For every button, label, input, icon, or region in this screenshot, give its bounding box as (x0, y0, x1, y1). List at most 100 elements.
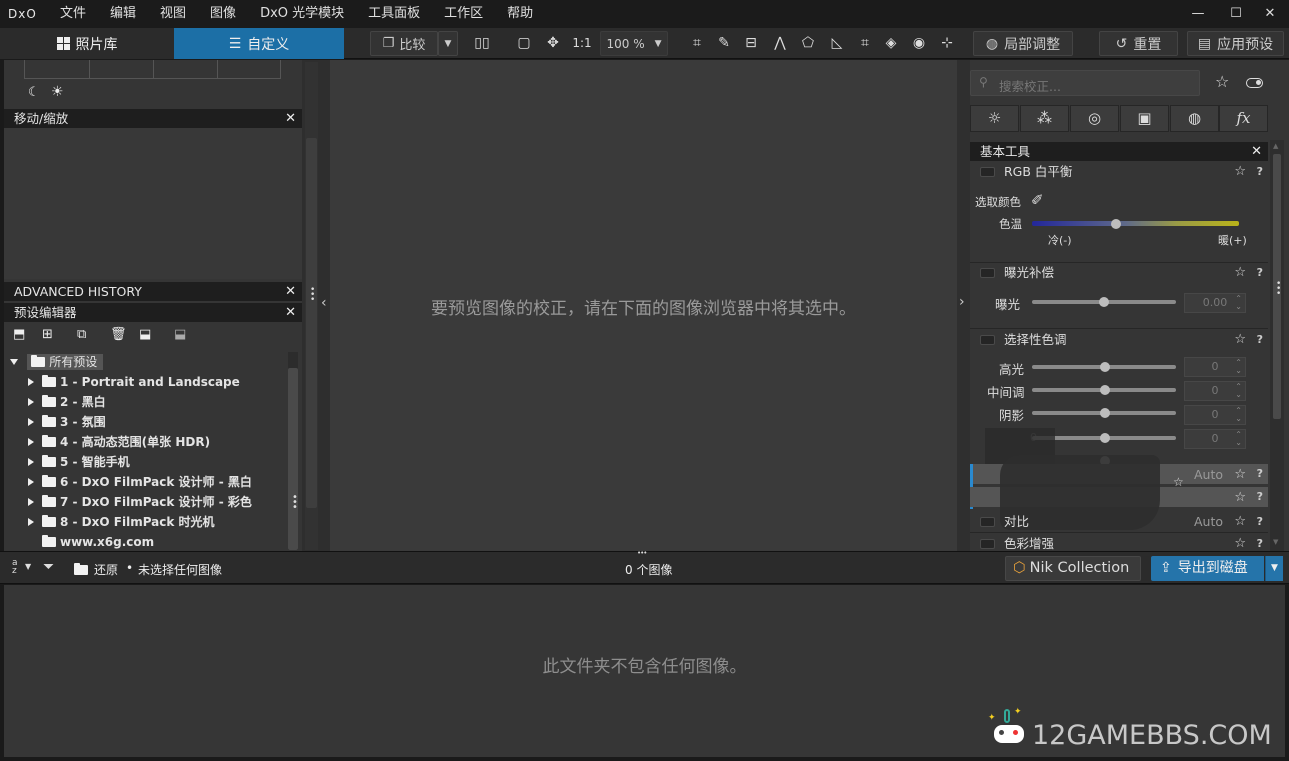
shadows-knob[interactable] (1100, 408, 1110, 418)
compare-button[interactable]: ❐ 比较 (370, 31, 438, 56)
help-icon[interactable]: ? (1257, 490, 1263, 503)
star-icon[interactable]: ☆ (1234, 263, 1246, 283)
midtones-knob[interactable] (1100, 385, 1110, 395)
fit-icon[interactable]: ▢ (513, 33, 535, 54)
color-boost-toggle[interactable] (980, 539, 995, 549)
exposure-value[interactable]: 0.00 ⌃ ⌄ (1184, 293, 1246, 313)
new-preset-icon[interactable]: ⬒ (13, 327, 25, 342)
tab-detail-icon[interactable]: ◎ (1070, 105, 1119, 132)
more-icon[interactable]: • • • (1276, 280, 1281, 299)
eyedropper-icon[interactable]: ✐ (1031, 191, 1044, 209)
search-input[interactable]: ⚲ 搜索校正... (970, 70, 1200, 96)
tree-root[interactable]: 所有预设 (10, 352, 104, 372)
anamorphosis-icon[interactable]: ◺ (826, 33, 848, 54)
sort-dropdown-icon[interactable]: ▼ (25, 562, 31, 571)
move-icon[interactable]: ✥ (542, 33, 564, 54)
exposure-slider-knob[interactable] (1099, 297, 1109, 307)
menu-workspace[interactable]: 工作区 (432, 0, 495, 28)
sort-icon[interactable]: a z (12, 559, 24, 576)
preset-scrollbar[interactable] (288, 352, 298, 550)
star-icon[interactable]: ☆ (1234, 330, 1246, 350)
midtones-value[interactable]: 0 ⌃ ⌄ (1184, 381, 1246, 401)
exposure-toggle[interactable] (980, 268, 995, 278)
help-icon[interactable]: ? (1257, 330, 1263, 350)
tree-item[interactable]: 8 - DxO FilmPack 时光机 (28, 512, 215, 532)
export-preset-icon[interactable]: ⬓ (174, 327, 186, 342)
delete-icon[interactable]: 🗑 (110, 327, 127, 342)
tab-color-icon[interactable]: ⁂ (1020, 105, 1069, 132)
tab-local-icon[interactable]: ◍ (1170, 105, 1219, 132)
contrast-section-header[interactable]: 对比 Auto ☆? (970, 512, 1268, 532)
collapse-right-icon[interactable]: › (959, 294, 965, 310)
close-icon[interactable]: ✕ (1251, 142, 1262, 161)
tree-item[interactable]: 7 - DxO FilmPack 设计师 - 彩色 (28, 492, 252, 512)
wb-toggle[interactable] (980, 167, 995, 177)
star-icon[interactable]: ☆ (1234, 490, 1246, 505)
temp-slider-knob[interactable] (1111, 219, 1121, 229)
moon-icon[interactable]: ☾ (28, 85, 40, 100)
horizon-line-icon[interactable]: ⊹ (936, 33, 958, 54)
filter-icon[interactable]: ⏷ (43, 559, 54, 575)
volume-deformation-icon[interactable]: ⬠ (797, 33, 819, 54)
right-splitter[interactable]: › (957, 60, 970, 551)
nik-collection-button[interactable]: ⬡ Nik Collection (1005, 556, 1141, 581)
highlights-value[interactable]: 0 ⌃ ⌄ (1184, 357, 1246, 377)
menu-edit[interactable]: 编辑 (98, 0, 148, 28)
horizon-icon[interactable]: ⊟ (740, 33, 762, 54)
menu-view[interactable]: 视图 (148, 0, 198, 28)
eye-icon[interactable]: ◉ (908, 33, 930, 54)
collapse-left-icon[interactable]: ‹ (321, 295, 327, 311)
tree-item[interactable]: www.x6g.com (42, 532, 154, 550)
star-icon[interactable]: ☆ (1173, 475, 1184, 489)
reset-button[interactable]: ↺ 重置 (1099, 31, 1178, 56)
close-icon[interactable]: ✕ (285, 109, 296, 128)
tree-item[interactable]: 2 - 黑白 (28, 392, 106, 412)
minimize-button[interactable]: — (1179, 0, 1217, 28)
tree-item[interactable]: 5 - 智能手机 (28, 452, 130, 472)
sun-icon[interactable]: ☀ (51, 84, 64, 100)
wb-section-header[interactable]: RGB 白平衡 ☆? (970, 162, 1268, 182)
tone-toggle[interactable] (980, 335, 995, 345)
compare-dropdown[interactable]: ▼ (438, 31, 458, 56)
zoom-select[interactable]: 100 % ▼ (600, 31, 668, 56)
toggle-icon[interactable] (1246, 78, 1263, 88)
perspective-icon[interactable]: ⋀ (769, 33, 791, 54)
eyedropper-icon[interactable]: ✎ (713, 33, 735, 54)
maximize-button[interactable]: ☐ (1217, 0, 1255, 28)
close-window-button[interactable]: ✕ (1251, 0, 1289, 28)
help-icon[interactable]: ? (1257, 263, 1263, 283)
tab-library[interactable]: 照片库 (0, 28, 174, 59)
drag-handle[interactable]: ••• (637, 549, 647, 557)
tone-section-header[interactable]: 选择性色调 ☆? (970, 330, 1268, 350)
help-icon[interactable]: ? (1257, 467, 1263, 480)
split-view-icon[interactable]: ▯▯ (471, 33, 493, 54)
export-dropdown[interactable]: ▼ (1265, 556, 1283, 581)
right-scrollbar[interactable]: ▲ ▼ (1270, 140, 1284, 551)
tree-item[interactable]: 4 - 高动态范围(单张 HDR) (28, 432, 210, 452)
grid-overlay-icon[interactable]: ⌗ (854, 33, 876, 54)
menu-palettes[interactable]: 工具面板 (356, 0, 432, 28)
exposure-section-header[interactable]: 曝光补偿 ☆? (970, 263, 1268, 283)
scroll-up-icon[interactable]: ▲ (1273, 142, 1278, 150)
menu-image[interactable]: 图像 (198, 0, 248, 28)
tree-item[interactable]: 3 - 氛围 (28, 412, 106, 432)
duplicate-icon[interactable]: ⧉ (77, 327, 86, 342)
restore-link[interactable]: 还原 (94, 561, 118, 578)
blacks-value[interactable]: 0 ⌃ ⌄ (1184, 429, 1246, 449)
tab-geometry-icon[interactable]: ▣ (1120, 105, 1169, 132)
close-icon[interactable]: ✕ (285, 282, 296, 301)
help-icon[interactable]: ? (1257, 162, 1263, 182)
star-icon[interactable]: ☆ (1234, 162, 1246, 182)
help-icon[interactable]: ? (1257, 512, 1263, 532)
menu-optics[interactable]: DxO 光学模块 (248, 0, 356, 28)
scroll-down-icon[interactable]: ▼ (1273, 538, 1278, 546)
repair-icon[interactable]: ◈ (880, 33, 902, 54)
one-to-one-button[interactable]: 1:1 (569, 33, 595, 54)
apply-preset-button[interactable]: ▤ 应用预设 (1187, 31, 1284, 56)
new-preset-from-image-icon[interactable]: ⊞ (42, 327, 53, 342)
tab-fx-icon[interactable]: fx (1219, 105, 1268, 132)
temp-slider[interactable] (1032, 221, 1239, 226)
tab-customize[interactable]: ☰ 自定义 (174, 28, 344, 59)
left-splitter[interactable]: • • • ‹ (302, 60, 330, 551)
local-adjust-button[interactable]: ◍ 局部调整 (973, 31, 1073, 56)
